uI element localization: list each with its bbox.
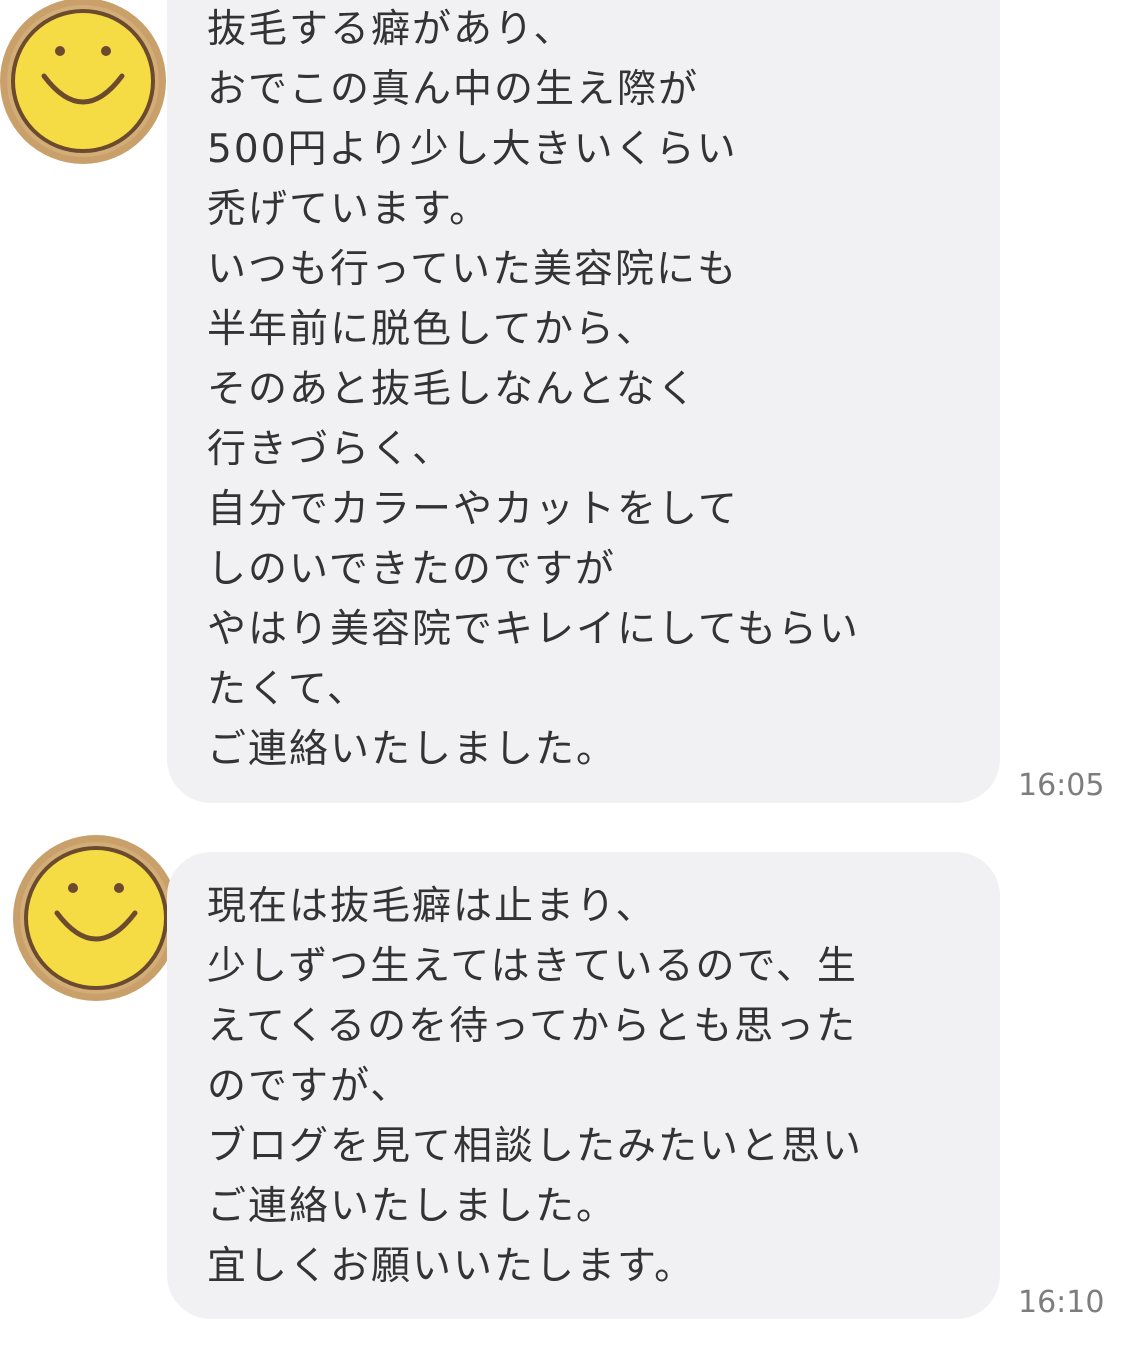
message-line: 抜毛する癖があり、 bbox=[207, 7, 575, 52]
chat-message: 抜毛する癖があり、 おでこの真ん中の生え際が 500円より少し大きいくらい 禿げ… bbox=[0, 0, 1123, 810]
message-line: ブログを見て相談したみたいと思い bbox=[207, 1124, 864, 1169]
message-line: 行きづらく、 bbox=[207, 427, 454, 472]
message-bubble[interactable]: 現在は抜毛癖は止まり、 少しずつ生えてはきているので、生 えてくるのを待ってから… bbox=[167, 852, 1000, 1319]
message-line: たくて、 bbox=[207, 667, 368, 712]
message-line: 半年前に脱色してから、 bbox=[207, 307, 657, 352]
message-line: 宜しくお願いいたします。 bbox=[207, 1244, 696, 1289]
message-line: えてくるのを待ってからとも思った bbox=[207, 1004, 858, 1049]
message-line: いつも行っていた美容院にも bbox=[207, 247, 739, 292]
message-line: 現在は抜毛癖は止まり、 bbox=[207, 884, 657, 929]
chat-thread: 抜毛する癖があり、 おでこの真ん中の生え際が 500円より少し大きいくらい 禿げ… bbox=[0, 0, 1123, 1350]
message-line: ご連絡いたしました。 bbox=[207, 1184, 618, 1229]
smiley-face-icon bbox=[13, 835, 179, 1001]
smiley-face-icon bbox=[0, 0, 166, 164]
message-line: 少しずつ生えてはきているので、生 bbox=[207, 944, 858, 989]
message-line: しのいできたのですが bbox=[207, 547, 616, 592]
message-line: 禿げています。 bbox=[207, 187, 491, 232]
message-line: やはり美容院でキレイにしてもらい bbox=[207, 607, 860, 652]
message-line: おでこの真ん中の生え際が bbox=[207, 67, 700, 112]
message-line: のですが、 bbox=[207, 1064, 412, 1109]
sender-avatar[interactable] bbox=[0, 0, 166, 164]
message-line: ご連絡いたしました。 bbox=[207, 727, 618, 772]
message-timestamp: 16:10 bbox=[1018, 1285, 1105, 1320]
message-line: 自分でカラーやカットをして bbox=[207, 487, 739, 532]
chat-message: 現在は抜毛癖は止まり、 少しずつ生えてはきているので、生 えてくるのを待ってから… bbox=[0, 835, 1123, 1335]
message-line: 500円より少し大きいくらい bbox=[207, 127, 738, 172]
message-line: そのあと抜毛しなんとなく bbox=[207, 367, 698, 412]
message-timestamp: 16:05 bbox=[1018, 768, 1105, 803]
sender-avatar[interactable] bbox=[13, 835, 179, 1001]
message-bubble[interactable]: 抜毛する癖があり、 おでこの真ん中の生え際が 500円より少し大きいくらい 禿げ… bbox=[167, 0, 1000, 803]
